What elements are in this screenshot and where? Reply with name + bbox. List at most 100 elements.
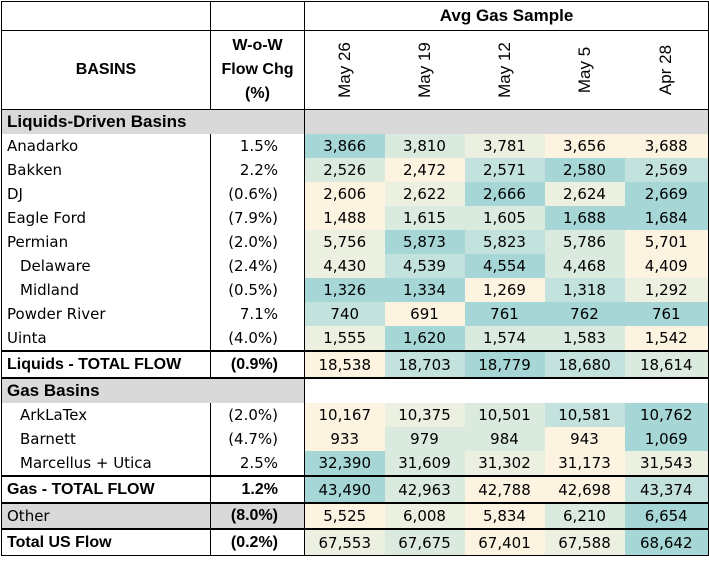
total-name: Total US Flow [1,529,211,556]
table-row: Powder River 7.1% 740 691 761 762 761 [1,302,709,326]
flow-value: 4,539 [384,254,465,278]
basin-name: Eagle Ford [1,206,211,230]
flow-value: 1,334 [384,278,465,302]
flow-value: 1,292 [624,278,709,302]
flow-value: 943 [544,427,625,451]
section-fill [210,378,305,403]
wow-header: W-o-W Flow Chg (%) [210,30,305,110]
date-header: May 12 [464,30,545,110]
wow-change: (0.5%) [210,278,305,302]
flow-value: 68,642 [624,529,709,556]
flow-value: 6,008 [384,503,465,530]
section-title-liquids: Liquids-Driven Basins [1,109,211,134]
flow-value: 2,606 [304,182,385,206]
date-header: Apr 28 [624,30,709,110]
wow-change: 1.5% [210,134,305,158]
table-row: DJ (0.6%) 2,606 2,622 2,666 2,624 2,669 [1,182,709,206]
flow-value: 2,666 [464,182,545,206]
table-row: Uinta (4.0%) 1,555 1,620 1,574 1,583 1,5… [1,326,709,351]
date-label: May 5 [574,46,594,94]
flow-value: 1,326 [304,278,385,302]
flow-value: 18,703 [384,350,465,379]
flow-value: 10,167 [304,403,385,427]
flow-value: 3,810 [384,134,465,158]
flow-value: 67,553 [304,529,385,556]
flow-value: 6,210 [544,503,625,530]
total-name: Liquids - TOTAL FLOW [1,350,211,379]
total-us-row: Total US Flow (0.2%) 67,553 67,675 67,40… [1,529,709,556]
flow-value: 10,762 [624,403,709,427]
wow-change: 7.1% [210,302,305,326]
total-row: Gas - TOTAL FLOW 1.2% 43,490 42,963 42,7… [1,475,709,504]
table-row: Bakken 2.2% 2,526 2,472 2,571 2,580 2,56… [1,158,709,182]
flow-value: 1,542 [624,326,709,351]
wow-change: (4.7%) [210,427,305,451]
flow-value: 2,571 [464,158,545,182]
basin-name: ArkLaTex [1,403,211,427]
flow-value: 5,834 [464,503,545,530]
table-row: Marcellus + Utica 2.5% 32,390 31,609 31,… [1,451,709,476]
total-change: (0.9%) [210,350,305,379]
wow-change: (2.4%) [210,254,305,278]
flow-value: 1,488 [304,206,385,230]
basin-name: Anadarko [1,134,211,158]
section-fill [210,109,305,134]
corner-cell [210,1,305,31]
flow-value: 3,866 [304,134,385,158]
flow-value: 979 [384,427,465,451]
flow-value: 1,555 [304,326,385,351]
flow-value: 2,580 [544,158,625,182]
flow-value: 43,374 [624,475,709,504]
flow-value: 1,583 [544,326,625,351]
flow-value: 31,609 [384,451,465,476]
other-row: Other (8.0%) 5,525 6,008 5,834 6,210 6,6… [1,503,709,530]
flow-value: 5,525 [304,503,385,530]
date-label: May 26 [334,42,354,98]
wow-change: (0.6%) [210,182,305,206]
total-row: Liquids - TOTAL FLOW (0.9%) 18,538 18,70… [1,350,709,379]
basin-name: DJ [1,182,211,206]
flow-value: 10,501 [464,403,545,427]
basin-name: Permian [1,230,211,254]
flow-value: 31,302 [464,451,545,476]
section-fill [304,109,709,134]
wow-header-line1: W-o-W [232,37,283,54]
table-row: Midland (0.5%) 1,326 1,334 1,269 1,318 1… [1,278,709,302]
flow-value: 10,375 [384,403,465,427]
section-fill [304,378,709,403]
flow-value: 1,684 [624,206,709,230]
basin-name: Uinta [1,326,211,351]
table-row: Anadarko 1.5% 3,866 3,810 3,781 3,656 3,… [1,134,709,158]
flow-value: 1,069 [624,427,709,451]
flow-value: 4,430 [304,254,385,278]
flow-value: 5,701 [624,230,709,254]
flow-value: 761 [624,302,709,326]
flow-value: 1,574 [464,326,545,351]
flow-value: 1,605 [464,206,545,230]
table-row: Delaware (2.4%) 4,430 4,539 4,554 4,468 … [1,254,709,278]
flow-value: 4,468 [544,254,625,278]
basin-name: Delaware [1,254,211,278]
flow-value: 31,173 [544,451,625,476]
total-name: Gas - TOTAL FLOW [1,475,211,504]
flow-value: 18,538 [304,350,385,379]
flow-value: 2,472 [384,158,465,182]
total-change: 1.2% [210,475,305,504]
flow-value: 67,675 [384,529,465,556]
flow-value: 67,401 [464,529,545,556]
flow-value: 18,779 [464,350,545,379]
flow-value: 2,569 [624,158,709,182]
table-row: Permian (2.0%) 5,756 5,873 5,823 5,786 5… [1,230,709,254]
flow-value: 2,624 [544,182,625,206]
basin-name: Marcellus + Utica [1,451,211,476]
flow-value: 6,654 [624,503,709,530]
flow-value: 1,620 [384,326,465,351]
date-header: May 26 [304,30,385,110]
wow-change: (7.9%) [210,206,305,230]
flow-value: 3,688 [624,134,709,158]
flow-value: 4,554 [464,254,545,278]
flow-value: 5,756 [304,230,385,254]
wow-change: (2.0%) [210,403,305,427]
flow-value: 2,622 [384,182,465,206]
date-label: May 19 [414,42,434,98]
